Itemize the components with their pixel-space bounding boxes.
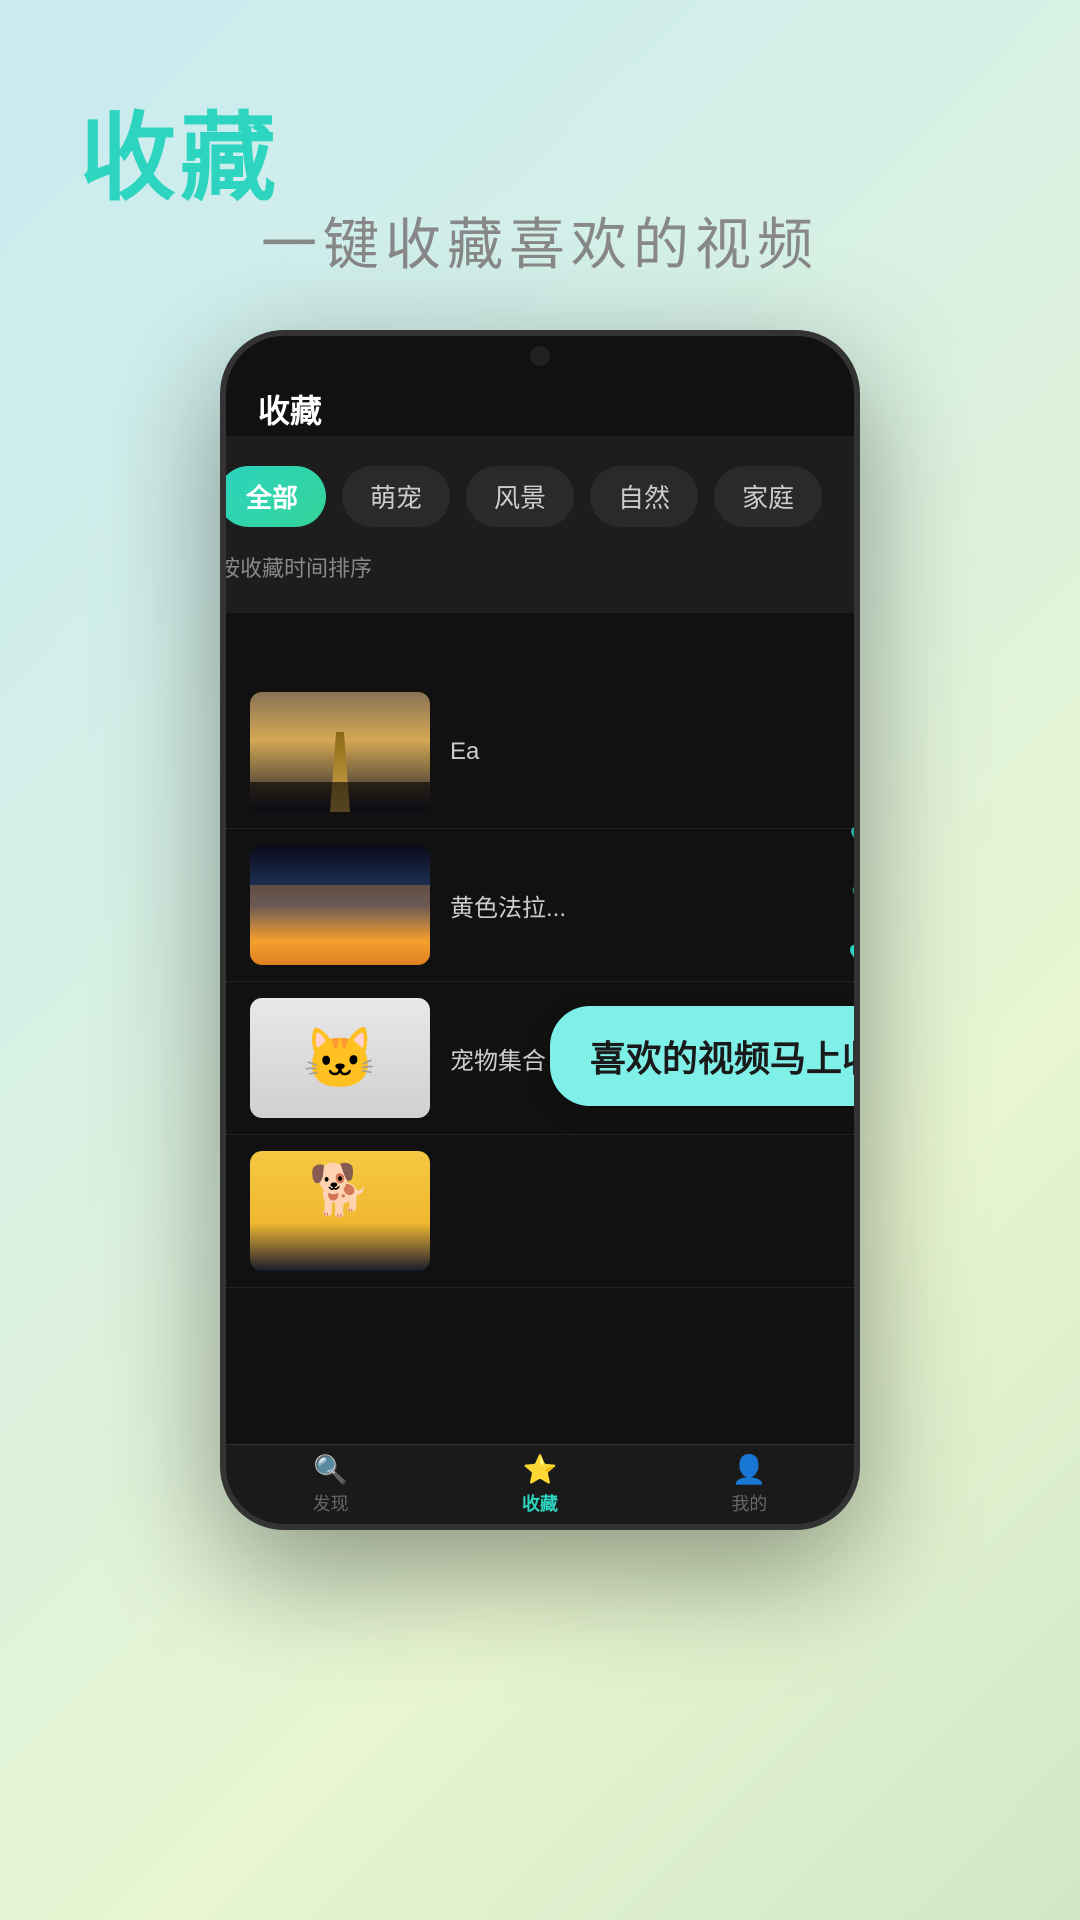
video-item-4[interactable] <box>226 1135 854 1288</box>
filter-tab-family[interactable]: 家庭 <box>714 466 822 527</box>
video-item-2[interactable]: 黄色法拉... <box>226 829 854 982</box>
video-thumb-2 <box>250 845 430 965</box>
heart-1: ♥ <box>853 766 860 798</box>
thumb-dog <box>250 1151 430 1271</box>
filter-tab-all[interactable]: 全部 <box>226 466 326 527</box>
heart-2: ♥ <box>849 814 860 859</box>
video-thumb-1 <box>250 692 430 812</box>
filter-tab-scenery[interactable]: 风景 <box>466 466 574 527</box>
video-item-1[interactable]: Ea <box>226 676 854 829</box>
discover-icon: 🔍 <box>313 1453 348 1486</box>
phone-notch <box>480 336 600 372</box>
phone-camera <box>530 346 550 366</box>
filter-tabs: 全部 萌宠 风景 自然 家庭 <box>226 466 854 527</box>
screen-header: 收藏 <box>258 386 322 432</box>
nav-item-favorites[interactable]: ⭐ 收藏 <box>522 1453 558 1516</box>
filter-tab-pets[interactable]: 萌宠 <box>342 466 450 527</box>
video-title-1: Ea <box>450 738 830 766</box>
video-thumb-4 <box>250 1151 430 1271</box>
nav-label-profile: 我的 <box>731 1490 767 1516</box>
video-info-2: 黄色法拉... <box>450 888 830 923</box>
heart-3: ♥ <box>851 875 860 914</box>
favorites-icon: ⭐ <box>523 1453 558 1486</box>
sort-label: 按收藏时间排序 <box>226 551 854 583</box>
nav-label-discover: 发现 <box>313 1490 349 1516</box>
filter-panel: 全部 萌宠 风景 自然 家庭 按收藏时间排序 <box>226 436 854 613</box>
page-title: 收藏 <box>80 80 280 219</box>
tooltip-bubble: 喜欢的视频马上收藏 <box>550 1006 860 1106</box>
thumb-city <box>250 845 430 965</box>
thumb-cat <box>250 998 430 1118</box>
profile-icon: 👤 <box>732 1453 767 1486</box>
phone-frame: 收藏 全部 萌宠 风景 自然 家庭 按收藏时间排序 Ea <box>220 330 860 1530</box>
bottom-nav: 🔍 发现 ⭐ 收藏 👤 我的 <box>226 1444 854 1524</box>
nav-item-discover[interactable]: 🔍 发现 <box>313 1453 349 1516</box>
video-thumb-3 <box>250 998 430 1118</box>
video-title-2: 黄色法拉... <box>450 888 830 923</box>
nav-label-favorites: 收藏 <box>522 1490 558 1516</box>
phone-screen: 收藏 全部 萌宠 风景 自然 家庭 按收藏时间排序 Ea <box>226 336 854 1524</box>
heart-4: ♥ <box>848 930 860 980</box>
filter-tab-nature[interactable]: 自然 <box>590 466 698 527</box>
page-subtitle: 一键收藏喜欢的视频 <box>0 200 1080 281</box>
video-info-1: Ea <box>450 738 830 766</box>
nav-item-profile[interactable]: 👤 我的 <box>731 1453 767 1516</box>
heart-container: ♥ ♥ ♥ ♥ <box>848 766 860 980</box>
thumb-eiffel <box>250 692 430 812</box>
